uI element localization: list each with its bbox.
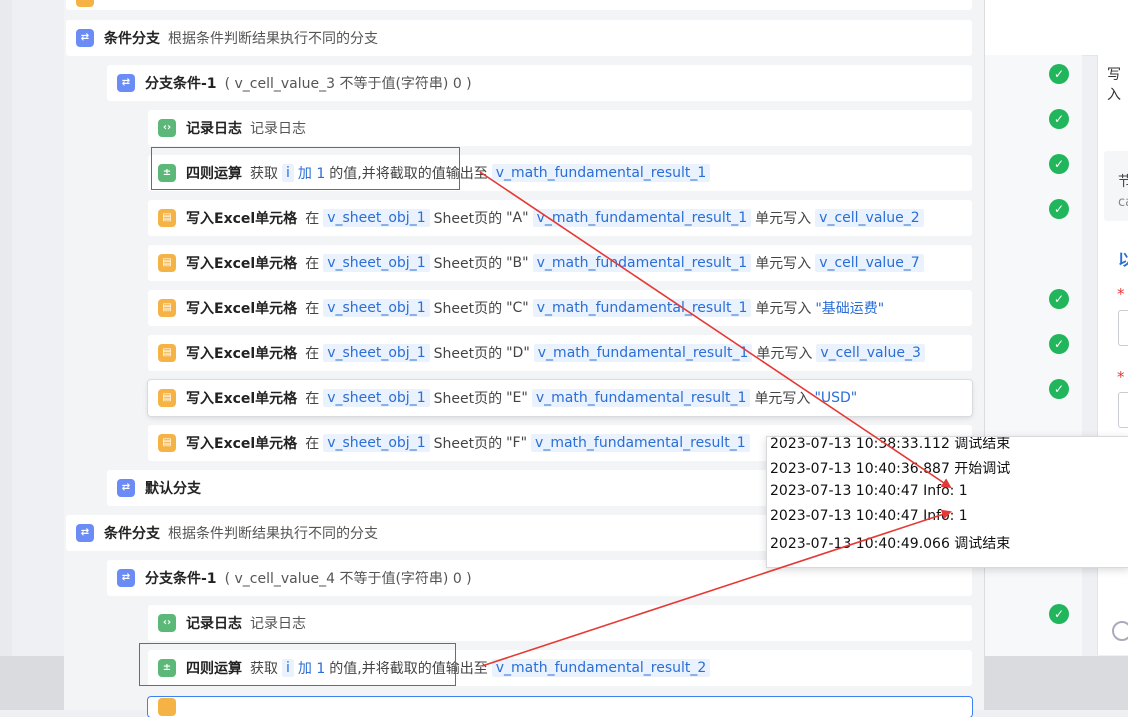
annotation-arrows: [479, 171, 952, 667]
arrow-line: [481, 509, 952, 667]
arrow-line: [479, 171, 952, 489]
